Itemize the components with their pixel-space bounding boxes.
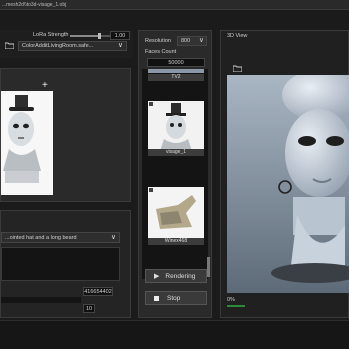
- lora-strength-value[interactable]: 1.00: [110, 31, 130, 40]
- thumbnail-caption: TV2: [148, 74, 204, 81]
- lora-strength-slider[interactable]: [70, 33, 110, 39]
- thumbnail-item[interactable]: visage_1: [148, 101, 204, 159]
- folder-icon[interactable]: [5, 42, 14, 49]
- seed-field[interactable]: 416654402: [83, 287, 113, 296]
- prompt-textarea[interactable]: [1, 247, 120, 281]
- left-top-controls: LoRa Strength 1.00 ColorAdditLivingRoom.…: [0, 30, 133, 58]
- thumbnail-item[interactable]: TV2: [148, 69, 204, 81]
- lora-strength-label: LoRa Strength: [33, 32, 69, 38]
- rendering-button[interactable]: ▶ Rendering: [145, 269, 207, 283]
- chevron-down-icon: ∨: [110, 234, 116, 241]
- thumbnail-caption: Winex468: [148, 238, 204, 245]
- thumbnail-item[interactable]: Winex468: [148, 187, 204, 247]
- thumbnail-image-visage: [148, 101, 204, 151]
- model-select-value: ColorAdditLivingRoom.safe...: [22, 43, 94, 49]
- steps-field[interactable]: 10: [83, 304, 95, 313]
- checkbox-icon[interactable]: [149, 102, 153, 106]
- add-icon[interactable]: +: [42, 80, 48, 91]
- thumbnail-list[interactable]: TV2 visage_1 Winex468: [142, 69, 210, 279]
- resolution-select[interactable]: 800 ∨: [177, 36, 207, 46]
- rendering-label: Rendering: [165, 272, 196, 280]
- progress-text: 0%: [227, 297, 235, 303]
- bottom-strip: [0, 320, 349, 349]
- resolution-value: 800: [181, 38, 191, 44]
- folder-icon[interactable]: [233, 65, 242, 72]
- title-bar: ...mesh2d\\to3d-visage_1.obj: [0, 0, 349, 10]
- lora-strength-handle[interactable]: [98, 33, 101, 39]
- thumbnail-image-winex: [148, 187, 204, 239]
- prompt-panel: ...ointed hat and a long beard ∨ 4166544…: [0, 210, 131, 318]
- faces-count-label: Faces Count: [145, 49, 177, 55]
- model-select[interactable]: ColorAdditLivingRoom.safe... ∨: [18, 41, 127, 51]
- play-icon: ▶: [154, 273, 160, 280]
- progress-bar: [227, 305, 245, 307]
- chevron-down-icon: ∨: [198, 37, 204, 44]
- lora-strength-fill: [70, 35, 100, 37]
- prompt-text: ...ointed hat and a long beard: [5, 235, 77, 241]
- seed-bar: [1, 297, 81, 303]
- thumbnail-image-tv2: [148, 69, 204, 73]
- generation-panel: Resolution 800 ∨ Faces Count 50000 TV2 v…: [138, 30, 212, 318]
- 3d-view-panel: 3D View 0%: [220, 30, 349, 318]
- faces-count-field[interactable]: 50000: [147, 58, 205, 67]
- thumbnail-caption: visage_1: [148, 149, 204, 156]
- window-title: ...mesh2d\\to3d-visage_1.obj: [2, 2, 67, 8]
- scrollbar[interactable]: [207, 257, 210, 277]
- 3d-viewport[interactable]: [227, 75, 349, 293]
- prompt-select[interactable]: ...ointed hat and a long beard ∨: [1, 232, 120, 243]
- chevron-down-icon: ∨: [117, 42, 123, 49]
- input-image-panel: +: [0, 68, 131, 202]
- stop-label: Stop: [167, 294, 181, 302]
- input-image: [1, 91, 53, 195]
- 3d-view-title: 3D View: [227, 33, 248, 39]
- stop-button[interactable]: Stop: [145, 291, 207, 305]
- resolution-label: Resolution: [145, 38, 171, 44]
- checkbox-icon[interactable]: [149, 188, 153, 192]
- stop-icon: [154, 295, 159, 301]
